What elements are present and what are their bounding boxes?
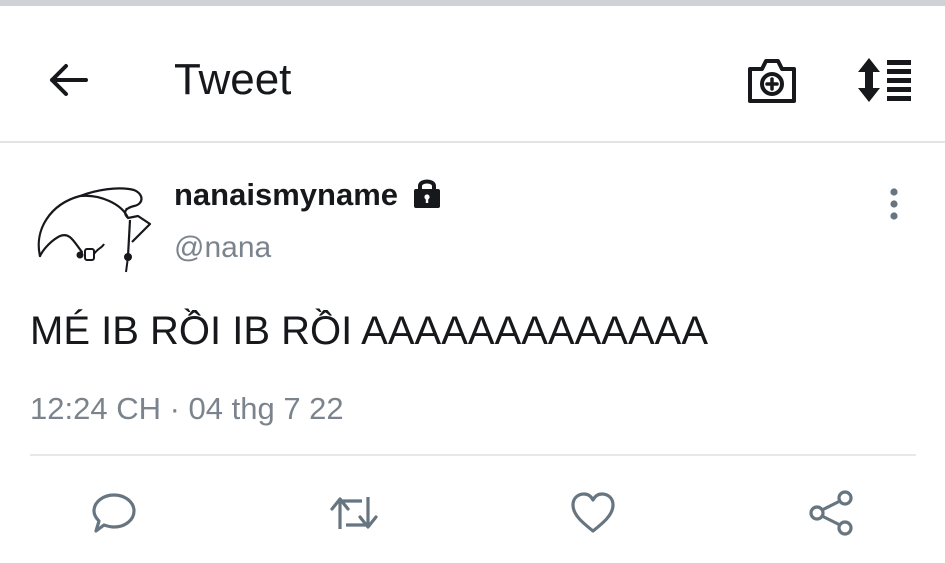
heart-icon — [571, 492, 615, 533]
retweet-icon — [330, 497, 378, 529]
lock-icon — [410, 176, 444, 210]
actions-divider — [30, 454, 916, 456]
avatar[interactable] — [30, 178, 160, 278]
user-handle[interactable]: @nana — [174, 230, 271, 266]
app-bar: Tweet — [0, 6, 945, 140]
sort-lines-icon — [858, 58, 911, 102]
appbar-divider — [0, 141, 945, 143]
camera-plus-icon — [748, 59, 796, 103]
back-button[interactable] — [40, 52, 96, 108]
page-title: Tweet — [174, 55, 292, 104]
more-options-button[interactable] — [876, 182, 912, 226]
camera-button[interactable] — [744, 55, 800, 107]
arrow-left-icon — [50, 64, 88, 96]
share-icon — [809, 490, 853, 536]
retweet-button[interactable] — [326, 487, 382, 539]
display-name[interactable]: nanaismyname — [174, 176, 398, 214]
tweet-timestamp: 12:24 CH · 04 thg 7 22 — [30, 391, 344, 426]
sort-button[interactable] — [853, 54, 917, 106]
share-button[interactable] — [803, 487, 859, 539]
tweet-text: MÉ IB RỒI IB RỒI AAAAAAAAAAAAA — [30, 309, 709, 353]
reply-button[interactable] — [86, 487, 142, 539]
reply-icon — [92, 493, 136, 533]
more-vertical-icon — [890, 188, 898, 220]
avatar-doodle-image — [37, 187, 152, 273]
like-button[interactable] — [565, 487, 621, 539]
